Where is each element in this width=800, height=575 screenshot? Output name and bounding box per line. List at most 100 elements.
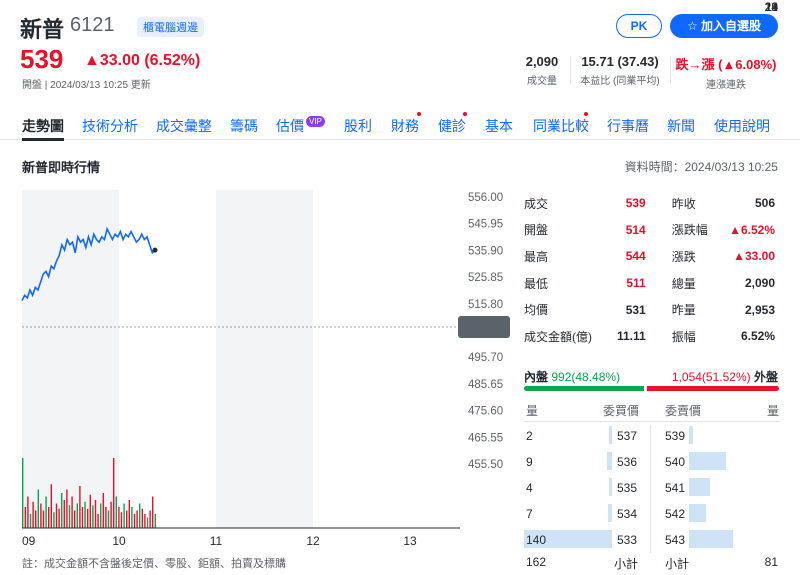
data-time: 資料時間：2024/03/13 10:25 bbox=[624, 160, 778, 174]
bid-qty: 9 bbox=[526, 455, 533, 469]
new-dot-icon bbox=[417, 112, 421, 116]
quote-value: 514 bbox=[625, 222, 646, 237]
x-tick-label: 10 bbox=[112, 534, 126, 548]
bid-depth-bar bbox=[607, 504, 612, 522]
y-tick-label: 525.85 bbox=[468, 272, 503, 284]
tab-chips[interactable]: 籌碼 bbox=[230, 116, 258, 136]
tab-financials[interactable]: 財務 bbox=[391, 116, 419, 136]
volume-bar bbox=[68, 505, 71, 528]
quote-row: 均價 531 昨量 2,953 bbox=[524, 296, 779, 323]
quote-label: 昨量 bbox=[671, 303, 696, 318]
y-tick-label: 455.50 bbox=[468, 459, 503, 471]
vip-badge: VIP bbox=[306, 116, 325, 127]
ob-header: 委賣價 bbox=[665, 404, 702, 418]
tab-calendar[interactable]: 行事曆 bbox=[607, 116, 649, 136]
x-tick-label: 11 bbox=[210, 534, 223, 548]
quote-row: 成交金額(億) 11.11 振幅 6.52% bbox=[524, 323, 779, 350]
bid-price: 537 bbox=[617, 429, 638, 443]
quote-value bbox=[650, 323, 672, 350]
volume-bar bbox=[94, 500, 97, 528]
volume-bar bbox=[66, 489, 68, 528]
volume-bar bbox=[37, 489, 39, 528]
tab-news[interactable]: 新聞 bbox=[667, 116, 695, 136]
last-price-dot bbox=[152, 247, 158, 253]
bid-qty: 4 bbox=[526, 481, 533, 495]
volume-bar bbox=[53, 512, 55, 528]
quote-label: 振幅 bbox=[671, 329, 696, 344]
quote-value: 506 bbox=[754, 196, 775, 211]
tab-trades[interactable]: 成交彙整 bbox=[156, 116, 212, 136]
volume-bar bbox=[63, 500, 65, 528]
quote-label: 昨收 bbox=[671, 196, 696, 211]
volume-bar bbox=[115, 496, 117, 528]
ob-divider bbox=[524, 421, 779, 422]
quote-value bbox=[650, 190, 672, 217]
quote-row: 最高 544 漲跌 ▲33.00 bbox=[524, 243, 779, 270]
footnote: 註：成交金額不含盤後定價、零股、鉅額、拍賣及標購 bbox=[22, 558, 286, 570]
bid-depth-bar bbox=[609, 426, 612, 444]
tab-valuation[interactable]: 估價 VIP bbox=[276, 116, 325, 136]
tab-basic[interactable]: 基本 bbox=[485, 116, 513, 136]
stat-pe: 15.71 (37.43) 本益比 (同業平均) bbox=[580, 54, 660, 87]
stat-volume: 2,090 成交量 bbox=[525, 54, 559, 87]
volume-bar bbox=[42, 510, 45, 528]
quote-value: 544 bbox=[625, 249, 646, 264]
volume-bar bbox=[32, 501, 34, 528]
volume-bar bbox=[61, 493, 63, 528]
bid-total-label: 小計 bbox=[614, 557, 639, 571]
volume-bar bbox=[92, 505, 94, 528]
stat-divider bbox=[670, 56, 671, 84]
add-watchlist-button[interactable]: ☆ 加入自選股 bbox=[670, 14, 778, 38]
ask-total-label: 小計 bbox=[665, 557, 690, 571]
quote-label: 成交 bbox=[524, 196, 549, 211]
ask-qty: 29 bbox=[764, 0, 778, 14]
tab-dividend[interactable]: 股利 bbox=[344, 116, 372, 136]
volume-bar bbox=[123, 503, 125, 528]
volume-bar bbox=[22, 458, 24, 528]
x-tick-label: 09 bbox=[22, 534, 36, 548]
ob-header: 量 bbox=[526, 404, 539, 418]
intraday-chart: 556.00545.95535.90525.85515.80506.00495.… bbox=[21, 190, 510, 548]
ask-price: 539 bbox=[665, 429, 686, 443]
session-band bbox=[22, 190, 119, 528]
session-band bbox=[216, 190, 313, 528]
quote-value: 539 bbox=[625, 196, 646, 211]
quote-value: 2,953 bbox=[744, 302, 775, 317]
quote-label: 總量 bbox=[671, 276, 696, 291]
ob-header: 委買價 bbox=[603, 404, 640, 418]
volume-bar bbox=[79, 486, 81, 528]
bid-qty: 140 bbox=[526, 533, 547, 547]
bid-qty: 2 bbox=[526, 429, 533, 443]
volume-bar bbox=[29, 514, 32, 528]
volume-bar bbox=[50, 484, 52, 528]
ask-depth-bar bbox=[689, 478, 711, 496]
volume-bar bbox=[89, 494, 91, 528]
bid-depth-bar bbox=[606, 452, 612, 470]
volume-bar bbox=[107, 510, 110, 528]
bid-price: 536 bbox=[617, 455, 638, 469]
ask-depth-bar bbox=[689, 530, 733, 548]
y-tick-label: 515.80 bbox=[468, 299, 503, 311]
ob-header: 量 bbox=[767, 404, 780, 418]
tab-technical[interactable]: 技術分析 bbox=[82, 116, 138, 136]
y-tick-label: 495.70 bbox=[468, 352, 503, 364]
quote-row: 成交 539 昨收 506 bbox=[524, 190, 779, 217]
ask-price: 542 bbox=[665, 507, 686, 521]
ask-total: 81 bbox=[764, 555, 778, 569]
volume-bar bbox=[100, 503, 102, 528]
tab-peers[interactable]: 同業比較 bbox=[533, 116, 589, 136]
tab-help[interactable]: 使用說明 bbox=[714, 116, 770, 136]
bid-price: 533 bbox=[617, 533, 638, 547]
quote-value: 2,090 bbox=[744, 276, 775, 291]
bid-price: 535 bbox=[617, 481, 638, 495]
quote-value: ▲33.00 bbox=[733, 249, 775, 264]
quote-label: 開盤 bbox=[524, 223, 549, 238]
industry-tag[interactable]: 櫃電腦週邊 bbox=[137, 17, 204, 37]
tab-chart[interactable]: 走勢圖 bbox=[22, 116, 64, 141]
volume-bar bbox=[144, 514, 146, 528]
quote-value: 11.11 bbox=[617, 329, 646, 344]
tab-health[interactable]: 健診 bbox=[438, 116, 466, 136]
volume-bar bbox=[40, 503, 42, 528]
ask-depth-bar bbox=[689, 426, 694, 444]
pk-button[interactable]: PK bbox=[616, 14, 662, 38]
